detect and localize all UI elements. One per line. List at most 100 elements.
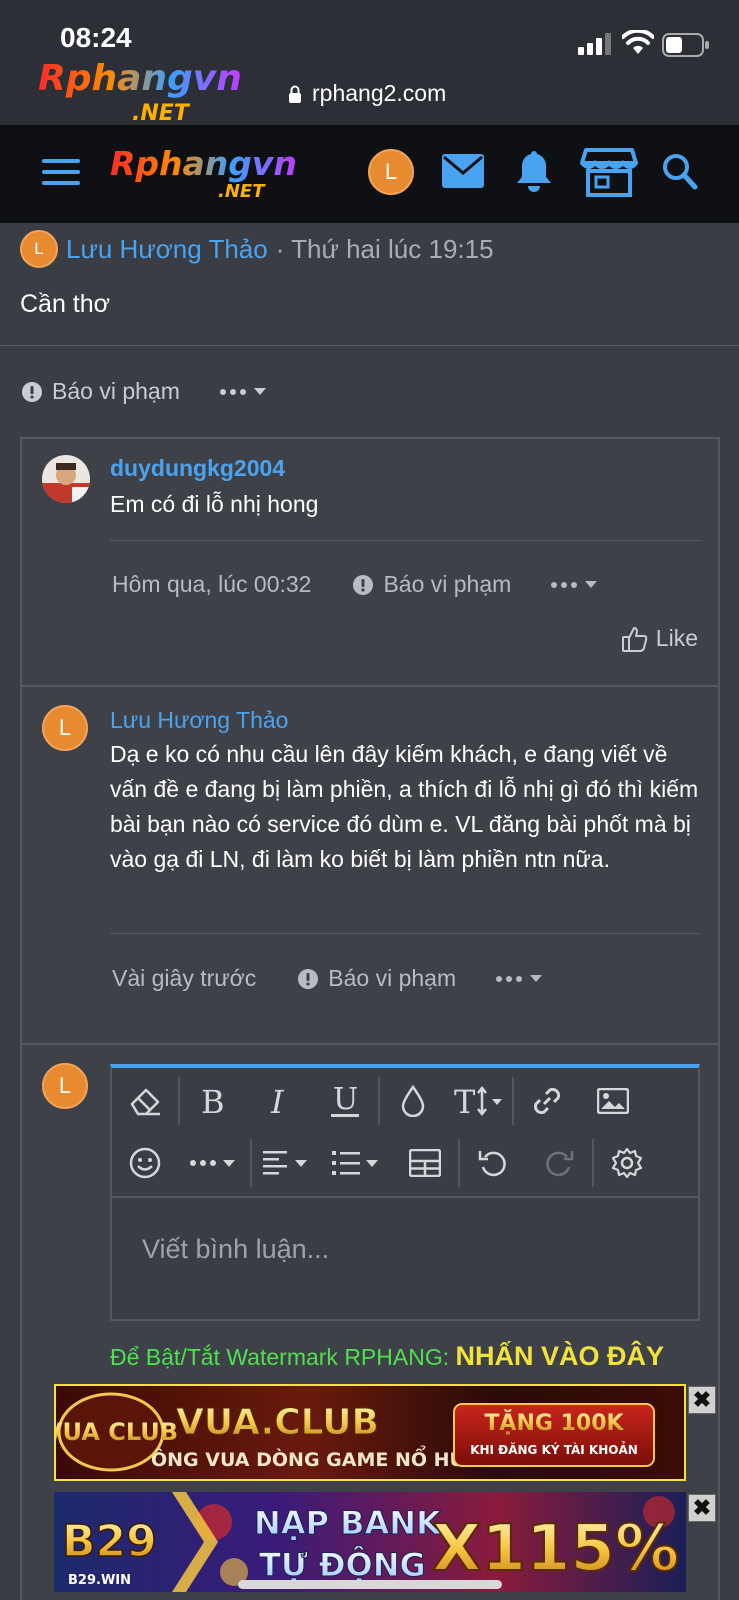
status-time: 08:24	[60, 22, 132, 53]
home-indicator	[238, 1580, 502, 1589]
post-author-name[interactable]: Lưu Hương Thảo	[66, 234, 268, 265]
editor-toolbar-row-1: B I U T	[112, 1070, 698, 1132]
avatar-letter: L	[384, 159, 398, 184]
bold-button[interactable]: B	[180, 1073, 246, 1129]
svg-text:VUA.CLUB: VUA.CLUB	[176, 1402, 379, 1443]
divider	[0, 345, 739, 346]
hamburger-menu-icon[interactable]	[42, 157, 80, 187]
reply-avatar[interactable]: L	[42, 1063, 88, 1109]
avatar-letter: L	[58, 1073, 72, 1098]
watermark-link[interactable]: NHẤN VÀO ĐÂY	[456, 1341, 665, 1371]
user-avatar[interactable]: L	[368, 149, 414, 195]
ellipsis-icon	[496, 975, 523, 982]
commenter-avatar[interactable]: L	[42, 705, 88, 751]
insert-image-button[interactable]	[580, 1073, 646, 1129]
svg-text:.NET: .NET	[218, 181, 266, 201]
comment-text: Dạ e ko có nhu cầu lên đây kiếm khách, e…	[110, 741, 699, 872]
svg-text:U: U	[333, 1084, 358, 1117]
address-bar[interactable]: rphang2.com	[288, 80, 446, 107]
comment-meta: Hôm qua, lúc 00:32 Báo vi phạm	[112, 571, 598, 598]
svg-text:.NET: .NET	[132, 101, 191, 124]
undo-button[interactable]	[460, 1135, 526, 1191]
comment-text: Em có đi lỗ nhị hong	[110, 491, 319, 517]
ad-graphic: VUA CLUB VUA.CLUB ÔNG VUA DÒNG GAME NỔ H…	[56, 1392, 655, 1472]
more-options-button[interactable]	[551, 581, 598, 588]
redo-button[interactable]	[526, 1135, 592, 1191]
redo-icon	[546, 1151, 574, 1177]
divider	[22, 685, 718, 687]
svg-text:TẶNG 100K: TẶNG 100K	[484, 1409, 624, 1436]
comment-author[interactable]: Lưu Hương Thảo	[110, 707, 288, 734]
svg-text:VUA CLUB: VUA CLUB	[56, 1418, 178, 1446]
link-icon	[533, 1087, 561, 1115]
like-button[interactable]: Like	[621, 625, 698, 652]
smiley-icon	[129, 1147, 161, 1179]
svg-text:B29.WIN: B29.WIN	[68, 1573, 131, 1588]
ellipsis-icon	[551, 581, 578, 588]
italic-icon: I	[270, 1086, 285, 1116]
comment-author[interactable]: duydungkg2004	[110, 455, 285, 482]
svg-text:X115%: X115%	[432, 1512, 679, 1586]
bell-icon[interactable]	[514, 149, 554, 193]
font-size-button[interactable]: T	[446, 1073, 512, 1129]
underline-button[interactable]: U	[312, 1073, 378, 1129]
more-options-button[interactable]	[496, 975, 543, 982]
editor-settings-button[interactable]	[594, 1135, 660, 1191]
watermark-text: Để Bật/Tắt Watermark RPHANG:	[110, 1344, 450, 1370]
store-icon[interactable]	[580, 147, 638, 197]
like-label: Like	[655, 625, 698, 651]
insert-link-button[interactable]	[514, 1073, 580, 1129]
comment-input[interactable]: Viết bình luận...	[112, 1196, 698, 1321]
ellipsis-icon	[219, 388, 246, 395]
site-logo[interactable]: Rphangvn .NET	[110, 145, 325, 201]
clear-format-button[interactable]	[112, 1073, 178, 1129]
alert-icon	[298, 968, 319, 989]
more-formatting-button[interactable]	[178, 1135, 250, 1191]
droplet-icon	[401, 1085, 425, 1117]
text-color-button[interactable]	[380, 1073, 446, 1129]
comment-meta: Vài giây trước Báo vi phạm	[112, 965, 543, 992]
caret-down-icon	[585, 581, 598, 588]
avatar-letter: L	[34, 239, 44, 258]
alert-icon	[22, 381, 42, 402]
url-text: rphang2.com	[312, 80, 447, 106]
commenter-avatar-photo[interactable]	[42, 455, 90, 503]
insert-table-button[interactable]	[392, 1135, 458, 1191]
site-logo-small: Rphangvn .NET	[38, 58, 242, 124]
svg-text:B: B	[201, 1086, 225, 1116]
mail-icon[interactable]	[442, 154, 484, 188]
svg-text:T: T	[454, 1085, 476, 1117]
post-date[interactable]: · Thứ hai lúc 19:15	[276, 234, 494, 265]
emoji-button[interactable]	[112, 1135, 178, 1191]
site-navbar: Rphangvn .NET L	[0, 125, 739, 223]
svg-text:ÔNG VUA DÒNG GAME NỔ HŨ: ÔNG VUA DÒNG GAME NỔ HŨ	[151, 1444, 465, 1471]
alert-icon	[353, 574, 374, 595]
align-left-icon	[263, 1151, 307, 1175]
cellular-signal-icon	[578, 33, 611, 55]
comment-time[interactable]: Vài giây trước	[112, 965, 256, 992]
post-author-avatar[interactable]: L	[20, 230, 58, 268]
underline-icon: U	[331, 1084, 359, 1117]
table-icon	[409, 1149, 441, 1177]
svg-text:Rphangvn: Rphangvn	[110, 145, 297, 183]
undo-icon	[478, 1151, 506, 1177]
list-button[interactable]	[322, 1135, 392, 1191]
banner-ad-b29[interactable]: B29 B29.WIN NẠP BANK TỰ ĐỘNG X115%	[54, 1492, 686, 1592]
search-icon[interactable]	[662, 153, 698, 191]
more-options-button[interactable]	[219, 388, 266, 395]
svg-text:NẠP BANK: NẠP BANK	[254, 1504, 442, 1542]
report-button[interactable]: Báo vi phạm	[383, 571, 511, 598]
italic-button[interactable]: I	[246, 1073, 312, 1129]
close-ad-button[interactable]: ✖	[688, 1494, 716, 1522]
caret-down-icon	[253, 388, 266, 395]
report-button[interactable]: Báo vi phạm	[52, 378, 180, 405]
banner-ad-vuaclub[interactable]: VUA CLUB VUA.CLUB ÔNG VUA DÒNG GAME NỔ H…	[54, 1384, 686, 1481]
divider	[110, 540, 700, 541]
comment-time[interactable]: Hôm qua, lúc 00:32	[112, 571, 311, 598]
align-button[interactable]	[252, 1135, 322, 1191]
divider	[110, 933, 700, 934]
report-button[interactable]: Báo vi phạm	[328, 965, 456, 992]
battery-icon	[662, 33, 709, 57]
editor-toolbar-row-2	[112, 1132, 698, 1194]
close-ad-button[interactable]: ✖	[688, 1386, 716, 1414]
